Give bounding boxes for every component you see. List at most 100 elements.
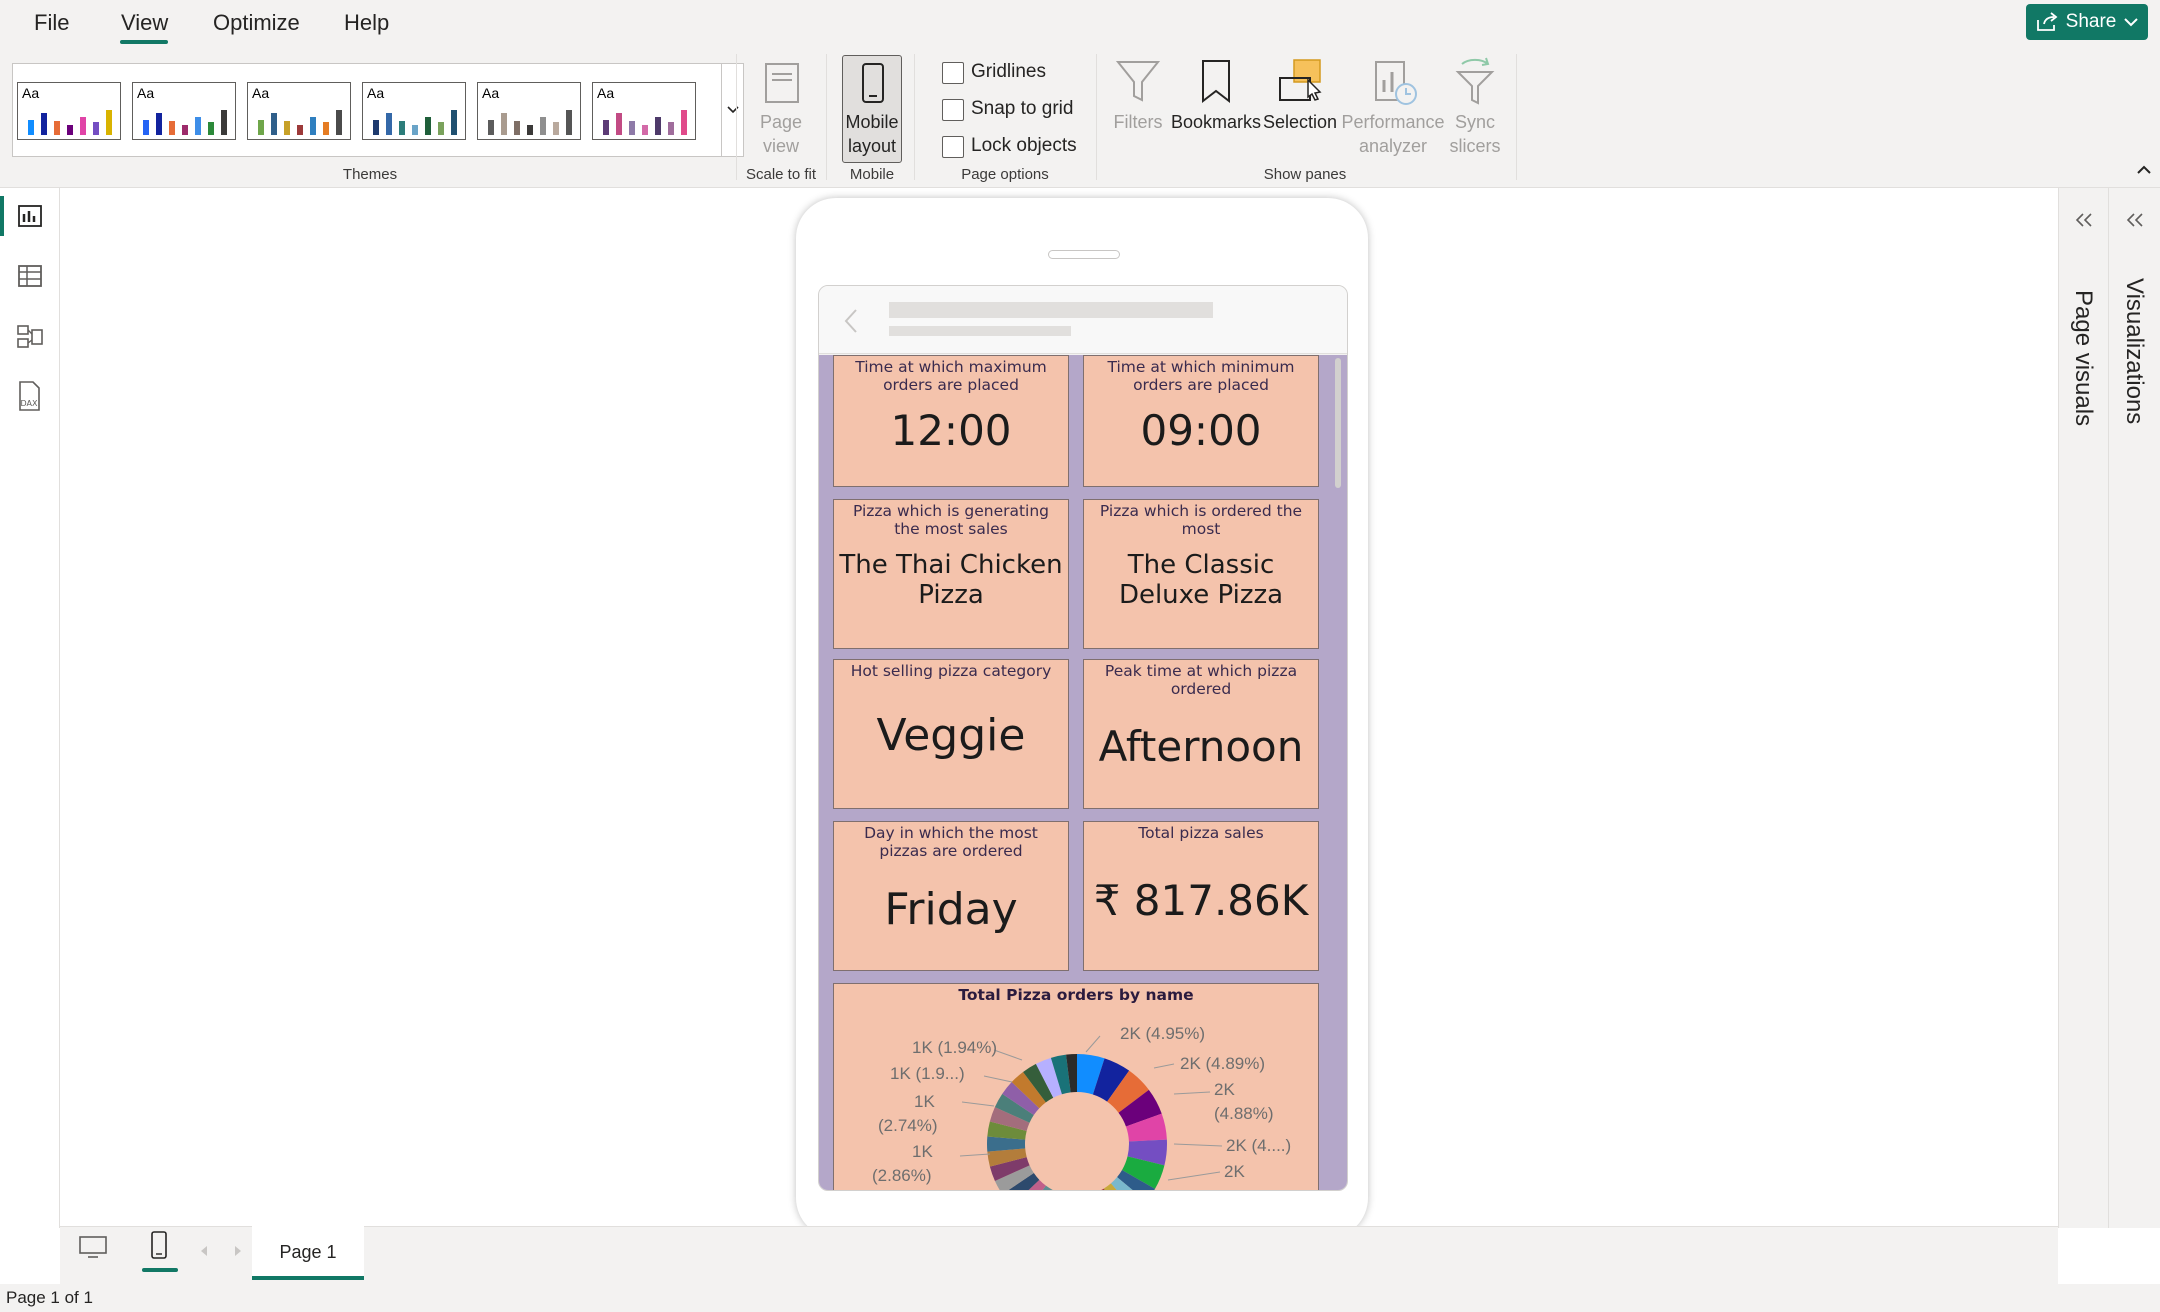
menu-tab-help[interactable]: Help: [344, 0, 389, 46]
canvas-scrollbar[interactable]: [1335, 358, 1341, 488]
donut-label: 2K (4.89%): [1180, 1054, 1266, 1073]
theme-sample-text: Aa: [482, 85, 500, 101]
kpi-card-most-ordered-pizza[interactable]: Pizza which is ordered the most The Clas…: [1083, 499, 1319, 649]
desktop-layout-icon[interactable]: [78, 1234, 108, 1265]
theme-color-bar: [451, 110, 457, 135]
donut-label: 1K (1.94%): [912, 1038, 998, 1057]
theme-color-bar: [553, 122, 559, 135]
ribbon-separator: [736, 54, 737, 180]
page-view-button[interactable]: Page view: [740, 110, 822, 158]
leader-line: [1167, 1171, 1221, 1181]
leader-line: [993, 1049, 1023, 1061]
page-visuals-pane[interactable]: Page visuals: [2058, 188, 2108, 1228]
theme-color-bar: [603, 120, 609, 135]
chevron-down-icon: [2124, 18, 2139, 27]
theme-color-bar: [208, 122, 214, 135]
theme-color-bar: [310, 117, 316, 135]
kpi-card-top-sales-pizza[interactable]: Pizza which is generating the most sales…: [833, 499, 1069, 649]
card-title: Time at which maximum orders are placed: [855, 358, 1047, 394]
theme-color-bar: [527, 125, 533, 135]
theme-swatch[interactable]: Aa: [132, 82, 236, 140]
theme-swatch[interactable]: Aa: [247, 82, 351, 140]
menu-bar: File View Optimize Help Share: [0, 0, 2160, 50]
donut-slice[interactable]: [1036, 1190, 1061, 1191]
menu-tab-file[interactable]: File: [34, 0, 69, 46]
donut-label: (2.74%): [878, 1116, 938, 1135]
visualizations-pane[interactable]: Visualizations: [2108, 188, 2160, 1228]
theme-color-bar: [668, 122, 674, 135]
subtitle-placeholder: [889, 326, 1071, 336]
theme-color-bar: [412, 125, 418, 135]
phone-screen: Time at which maximum orders are placed …: [818, 285, 1348, 1191]
theme-color-bar: [169, 121, 175, 135]
double-chevron-left-icon[interactable]: [2075, 212, 2093, 228]
ribbon-separator: [1516, 54, 1517, 180]
theme-swatch[interactable]: Aa: [17, 82, 121, 140]
performance-analyzer-icon: [1370, 58, 1418, 108]
kpi-card-hot-category[interactable]: Hot selling pizza category Veggie: [833, 659, 1069, 809]
theme-sample-text: Aa: [597, 85, 615, 101]
active-view-indicator: [0, 196, 4, 236]
theme-color-bar: [93, 122, 99, 135]
next-page-icon[interactable]: [232, 1244, 244, 1263]
mobile-layout-label-1: Mobile: [845, 112, 899, 132]
lock-objects-checkbox[interactable]: [942, 136, 964, 158]
performance-analyzer-line1[interactable]: Performance: [1338, 110, 1448, 134]
ribbon-separator: [914, 54, 915, 180]
theme-color-bar: [195, 117, 201, 135]
filters-button[interactable]: Filters: [1108, 110, 1168, 134]
collapse-ribbon-icon[interactable]: [2136, 162, 2152, 174]
theme-color-bar: [80, 117, 86, 135]
kpi-card-peak-time[interactable]: Peak time at which pizza ordered Afterno…: [1083, 659, 1319, 809]
title-placeholder: [889, 302, 1213, 318]
theme-swatch[interactable]: Aa: [592, 82, 696, 140]
theme-color-bar: [566, 110, 572, 135]
ribbon-separator: [826, 54, 827, 180]
theme-color-bar: [67, 125, 73, 135]
mobile-layout-icon[interactable]: [146, 1230, 172, 1269]
table-view-icon[interactable]: [16, 262, 44, 295]
theme-swatch[interactable]: Aa: [477, 82, 581, 140]
menu-tab-optimize[interactable]: Optimize: [213, 0, 300, 46]
gridlines-checkbox[interactable]: [942, 62, 964, 84]
theme-sample-text: Aa: [22, 85, 40, 101]
kpi-card-total-sales[interactable]: Total pizza sales ₹ 817.86K: [1083, 821, 1319, 971]
sync-slicers-line1[interactable]: Sync: [1442, 110, 1508, 134]
dax-query-view-icon[interactable]: DAX: [14, 380, 44, 417]
theme-color-bar: [284, 121, 290, 135]
theme-color-bar: [655, 117, 661, 135]
page-visuals-label: Page visuals: [2070, 290, 2097, 427]
phone-icon: [862, 63, 884, 103]
card-title: Total pizza sales: [1138, 824, 1264, 842]
donut-label: (4.88%): [1214, 1104, 1274, 1123]
kpi-card-top-day[interactable]: Day in which the most pizzas are ordered…: [833, 821, 1069, 971]
card-value: Afternoon: [1098, 722, 1304, 771]
back-arrow-icon[interactable]: [843, 308, 859, 334]
themes-gallery: Aa Aa Aa Aa Aa Aa: [12, 63, 722, 157]
bookmarks-button[interactable]: Bookmarks: [1168, 110, 1264, 134]
page-tab-1[interactable]: Page 1: [252, 1226, 364, 1280]
mobile-layout-button[interactable]: Mobile layout: [842, 55, 902, 163]
card-title: Day in which the most pizzas are ordered: [864, 824, 1038, 860]
snap-to-grid-label: Snap to grid: [971, 98, 1074, 119]
leader-line: [1173, 1143, 1223, 1147]
donut-label: 2K: [1214, 1080, 1235, 1099]
report-view-icon[interactable]: [16, 202, 44, 235]
donut-chart-card[interactable]: Total Pizza orders by name 2K (4.95%) 2K…: [833, 983, 1319, 1191]
leader-line: [959, 1153, 991, 1157]
theme-color-bar: [28, 120, 34, 135]
snap-to-grid-checkbox[interactable]: [942, 99, 964, 121]
theme-color-bar: [143, 120, 149, 135]
model-view-icon[interactable]: [16, 322, 44, 355]
kpi-card-min-orders-time[interactable]: Time at which minimum orders are placed …: [1083, 355, 1319, 487]
card-value-line1: The Thai Chicken: [839, 550, 1063, 580]
share-button[interactable]: Share: [2026, 4, 2148, 40]
kpi-card-max-orders-time[interactable]: Time at which maximum orders are placed …: [833, 355, 1069, 487]
selection-button[interactable]: Selection: [1262, 110, 1338, 134]
active-tab-indicator: [120, 40, 168, 44]
double-chevron-left-icon[interactable]: [2126, 212, 2144, 228]
theme-swatch[interactable]: Aa: [362, 82, 466, 140]
prev-page-icon[interactable]: [198, 1244, 210, 1263]
ribbon-separator: [1096, 54, 1097, 180]
leader-line: [1085, 1035, 1101, 1053]
